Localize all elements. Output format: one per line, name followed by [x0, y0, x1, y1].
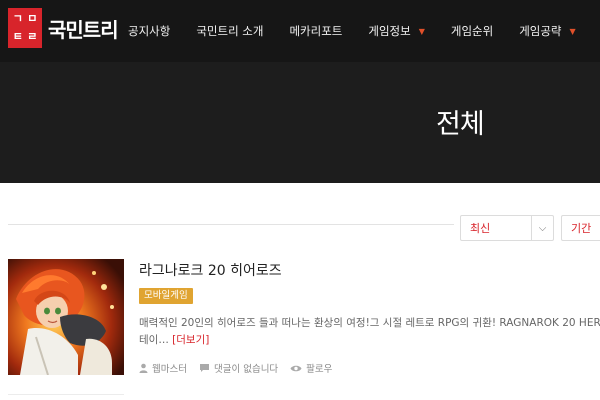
- page-title: 전체: [436, 109, 485, 140]
- logo-text: 국민트리: [48, 17, 119, 42]
- comment-icon: [199, 364, 209, 372]
- nav-item-notice[interactable]: 공지사항: [128, 23, 170, 39]
- site-logo[interactable]: ㄱ ㅁ ㅌ ㄹ 국민트리: [8, 8, 119, 48]
- period-select-value: 기간: [571, 222, 592, 235]
- nav-item-mecha-report[interactable]: 메카리포트: [289, 23, 342, 39]
- comment-count: 댓글이 없습니다: [213, 364, 279, 375]
- post-title[interactable]: 라그나로크 20 히어로즈: [139, 260, 282, 280]
- nav-label: 국민트리 소개: [196, 24, 264, 38]
- nav-label: 메카리포트: [289, 24, 343, 38]
- logo-glyph: ㅁ: [27, 12, 38, 25]
- chevron-down-icon: ⌵: [531, 216, 553, 240]
- sort-select[interactable]: 최신 ⌵: [460, 215, 554, 241]
- logo-glyph: ㅌ: [12, 29, 23, 43]
- nav-item-game-info[interactable]: 게임정보 ▼: [368, 23, 424, 39]
- caret-down-icon: ▼: [418, 26, 425, 36]
- logo-mark: ㄱ ㅁ ㅌ ㄹ: [8, 8, 42, 48]
- sort-select-value: 최신: [470, 222, 491, 235]
- author-name: 웹마스터: [152, 364, 187, 375]
- eye-icon: [290, 365, 302, 371]
- post-excerpt-tail: 테이…: [139, 334, 169, 346]
- post-separator: [8, 394, 124, 395]
- nav-label: 게임정보: [368, 24, 411, 38]
- user-icon: [139, 363, 148, 373]
- post-meta: 웹마스터 댓글이 없습니다 팔로우: [139, 361, 344, 375]
- logo-glyph: ㄱ: [12, 12, 23, 25]
- main-menu: 공지사항 국민트리 소개 메카리포트 게임정보 ▼ 게임순위 게임공략 ▼: [128, 0, 600, 62]
- nav-label: 공지사항: [128, 24, 171, 38]
- post-excerpt-line1: 매력적인 20인의 히어로즈 들과 떠나는 환상의 여정!그 시절 레트로 RP…: [139, 317, 600, 329]
- nav-item-game-guide[interactable]: 게임공략 ▼: [519, 23, 575, 39]
- post-excerpt-line2: 테이… [더보기]: [139, 332, 209, 349]
- nav-label: 게임순위: [450, 24, 494, 38]
- top-navigation-bar: ㄱ ㅁ ㅌ ㄹ 국민트리 공지사항 국민트리 소개 메카리포트 게임정보 ▼ 게임…: [0, 0, 600, 62]
- nav-label: 게임공략: [519, 24, 562, 38]
- filter-divider: [8, 224, 454, 225]
- follow-label: 팔로우: [306, 364, 333, 375]
- nav-item-about[interactable]: 국민트리 소개: [196, 23, 263, 39]
- category-badge[interactable]: 모바일게임: [139, 288, 193, 304]
- page-hero-banner: 전체: [0, 62, 600, 183]
- period-select[interactable]: 기간: [561, 215, 600, 241]
- post-thumbnail[interactable]: [8, 259, 124, 375]
- post-author[interactable]: 웹마스터: [139, 361, 187, 375]
- nav-item-game-ranking[interactable]: 게임순위: [451, 23, 493, 39]
- read-more-link[interactable]: [더보기]: [172, 334, 209, 346]
- logo-glyph: ㄹ: [27, 29, 38, 43]
- hero-character-image: [8, 259, 124, 375]
- follow-button[interactable]: 팔로우: [290, 361, 332, 375]
- caret-down-icon: ▼: [569, 26, 576, 36]
- post-comments[interactable]: 댓글이 없습니다: [199, 361, 278, 375]
